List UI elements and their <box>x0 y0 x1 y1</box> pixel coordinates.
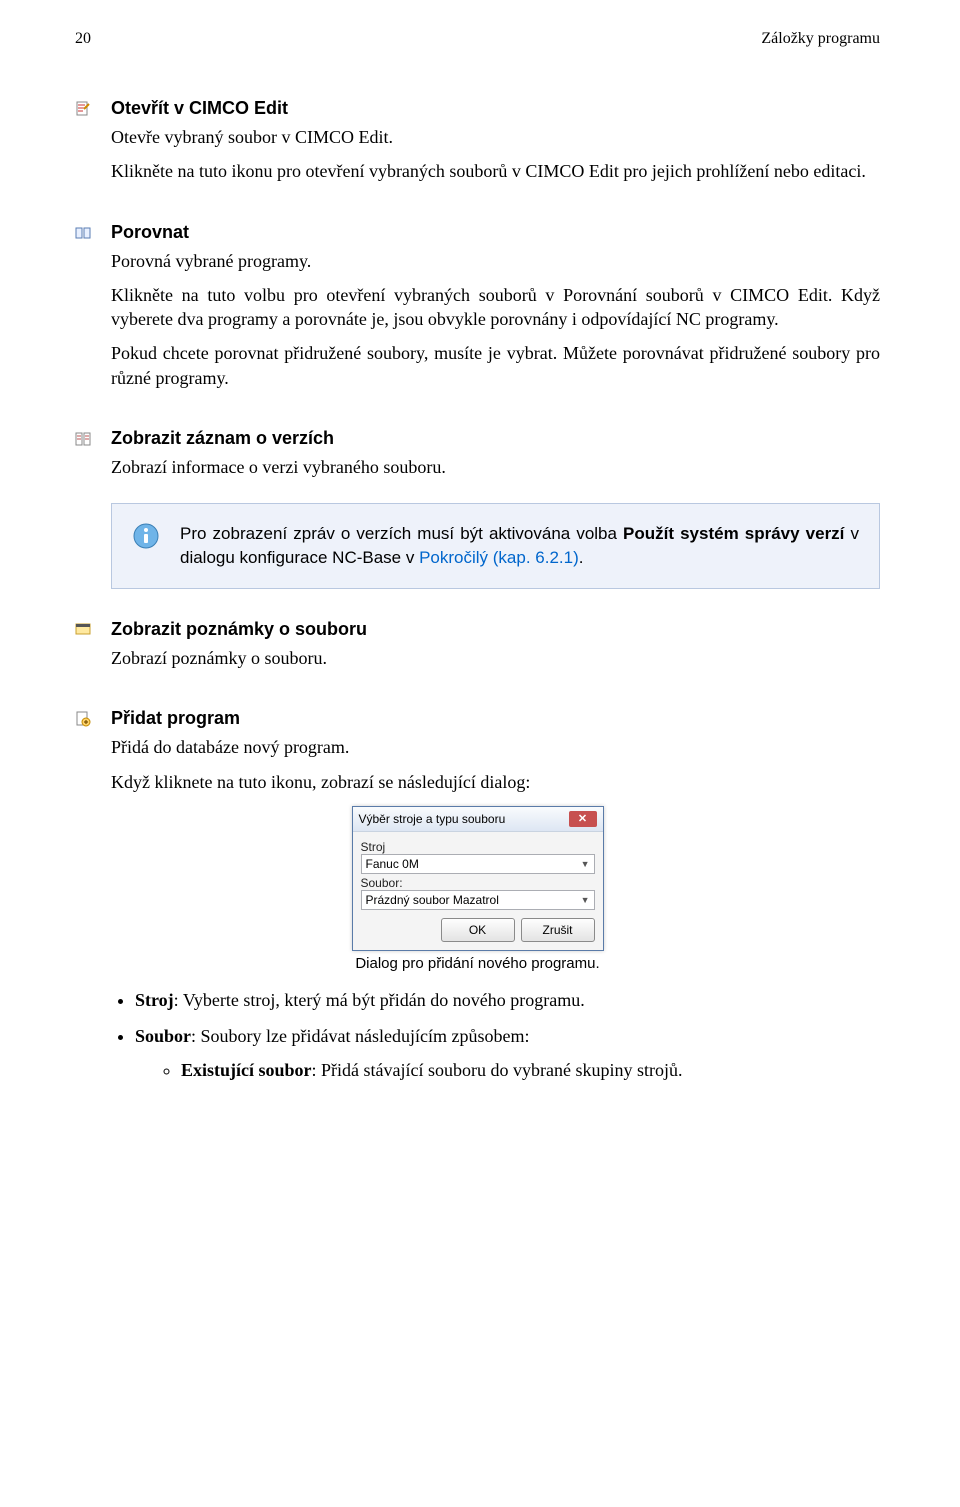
cancel-button[interactable]: Zrušit <box>521 918 595 942</box>
paragraph: Otevře vybraný soubor v CIMCO Edit. <box>111 125 880 149</box>
section-title: Zobrazit poznámky o souboru <box>111 619 880 640</box>
file-select[interactable]: Prázdný soubor Mazatrol ▼ <box>361 890 595 910</box>
paragraph: Klikněte na tuto ikonu pro otevření vybr… <box>111 159 880 183</box>
section-title: Přidat program <box>111 708 880 729</box>
close-icon[interactable]: ✕ <box>569 811 597 827</box>
ok-button[interactable]: OK <box>441 918 515 942</box>
list-item: Soubor: Soubory lze přidávat následující… <box>135 1024 880 1083</box>
list-item: Existující soubor: Přidá stávající soubo… <box>181 1058 880 1082</box>
paragraph: Porovná vybrané programy. <box>111 249 880 273</box>
dialog: Výběr stroje a typu souboru ✕ Stroj Fanu… <box>352 806 604 951</box>
notes-icon <box>75 622 91 638</box>
machine-select[interactable]: Fanuc 0M ▼ <box>361 854 595 874</box>
figure-caption: Dialog pro přidání nového programu. <box>75 955 880 972</box>
info-note: Pro zobrazení zpráv o verzích musí být a… <box>111 503 880 589</box>
section-title: Otevřít v CIMCO Edit <box>111 98 880 119</box>
section-title: Porovnat <box>111 222 880 243</box>
bullet-list: Stroj: Vyberte stroj, který má být přidá… <box>75 988 880 1083</box>
info-text: Pro zobrazení zpráv o verzích musí být a… <box>180 522 859 570</box>
doc-edit-icon <box>75 101 91 117</box>
paragraph: Klikněte na tuto volbu pro otevření vybr… <box>111 283 880 332</box>
dialog-title: Výběr stroje a typu souboru <box>359 812 506 826</box>
paragraph: Zobrazí poznámky o souboru. <box>111 646 880 670</box>
page-header: 20 Záložky programu <box>75 30 880 48</box>
info-icon <box>132 522 180 550</box>
paragraph: Když kliknete na tuto ikonu, zobrazí se … <box>111 770 880 794</box>
paragraph: Zobrazí informace o verzi vybraného soub… <box>111 455 880 479</box>
chevron-down-icon: ▼ <box>581 859 590 869</box>
paragraph: Pokud chcete porovnat přidružené soubory… <box>111 341 880 390</box>
paragraph: Přidá do databáze nový program. <box>111 735 880 759</box>
version-icon <box>75 431 91 447</box>
list-item: Stroj: Vyberte stroj, který má být přidá… <box>135 988 880 1012</box>
field-label: Stroj <box>361 840 595 854</box>
section-title: Zobrazit záznam o verzích <box>111 428 880 449</box>
field-label: Soubor: <box>361 876 595 890</box>
chevron-down-icon: ▼ <box>581 895 590 905</box>
page-number: 20 <box>75 30 91 48</box>
section-name: Záložky programu <box>761 30 880 48</box>
compare-icon <box>75 225 91 241</box>
add-program-icon <box>75 711 91 727</box>
